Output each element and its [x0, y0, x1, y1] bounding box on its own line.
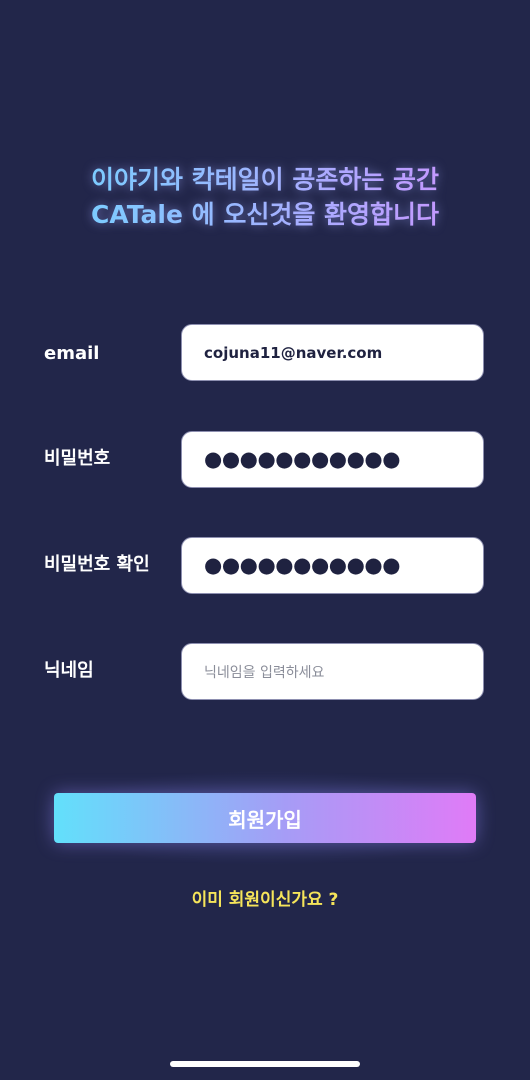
- signup-button[interactable]: 회원가입: [54, 793, 476, 843]
- signup-screen: 이야기와 칵테일이 공존하는 공간 CATale 에 오신것을 환영합니다 em…: [0, 0, 530, 1080]
- email-field[interactable]: cojuna11@naver.com: [181, 324, 484, 381]
- password-mask: ●●●●●●●●●●●: [204, 447, 401, 471]
- email-value: cojuna11@naver.com: [204, 343, 383, 362]
- signup-button-label: 회원가입: [228, 807, 302, 832]
- email-label: email: [44, 343, 100, 364]
- login-link[interactable]: 이미 회원이신가요 ?: [0, 888, 530, 912]
- headline-line-2: CATale 에 오신것을 환영합니다: [90, 200, 440, 229]
- password-field[interactable]: ●●●●●●●●●●●: [181, 431, 484, 488]
- welcome-headline: 이야기와 칵테일이 공존하는 공간 CATale 에 오신것을 환영합니다: [0, 162, 530, 232]
- nickname-label: 닉네임: [44, 660, 94, 681]
- home-indicator[interactable]: [170, 1061, 360, 1067]
- nickname-field[interactable]: 닉네임을 입력하세요: [181, 643, 484, 700]
- password-label: 비밀번호: [44, 448, 111, 469]
- password-confirm-field[interactable]: ●●●●●●●●●●●: [181, 537, 484, 594]
- password-confirm-label: 비밀번호 확인: [44, 554, 150, 575]
- headline-line-1: 이야기와 칵테일이 공존하는 공간: [90, 165, 440, 194]
- nickname-placeholder: 닉네임을 입력하세요: [204, 664, 325, 681]
- password-confirm-mask: ●●●●●●●●●●●: [204, 553, 401, 577]
